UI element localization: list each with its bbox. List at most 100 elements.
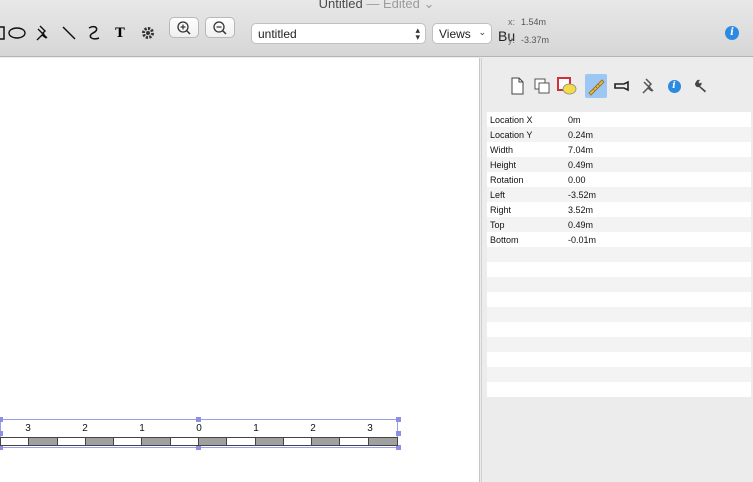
gear-icon[interactable] <box>136 22 160 44</box>
tab-pin[interactable] <box>637 74 659 98</box>
views-select-value: Views <box>439 26 471 41</box>
toolbar: Untitled — Edited ⌄ T untitled ▴ ▾ Views… <box>0 0 753 57</box>
property-value[interactable]: -0.01m <box>568 235 751 245</box>
fill-stroke-icon <box>557 77 577 95</box>
property-key: Left <box>490 189 506 200</box>
scale-segment <box>114 438 143 445</box>
document-select[interactable]: untitled ▴ ▾ <box>251 23 426 44</box>
title-menu-chevron-icon[interactable]: ⌄ <box>423 0 434 11</box>
wrench-icon <box>695 79 706 93</box>
coordinate-x-value: 1.54m <box>521 17 547 27</box>
info-icon[interactable]: i <box>725 26 739 40</box>
zoom-out-button[interactable] <box>205 17 235 38</box>
scale-segment <box>198 438 228 445</box>
layers-icon <box>534 78 550 94</box>
property-value[interactable]: 0.49m <box>568 160 751 170</box>
property-row <box>487 277 751 292</box>
property-row: Location Y 0.24m <box>487 127 751 142</box>
property-row: Rotation 0.00 <box>487 172 751 187</box>
property-row <box>487 322 751 337</box>
scale-bar[interactable]: 3 2 1 0 1 2 3 <box>0 417 401 450</box>
property-key: Top <box>490 219 505 230</box>
property-row <box>487 367 751 382</box>
scale-tick-label: 2 <box>82 423 88 434</box>
property-value[interactable]: -3.52m <box>568 190 751 200</box>
tab-style[interactable] <box>556 74 578 98</box>
property-value[interactable]: 7.04m <box>568 145 751 155</box>
selection-handle[interactable] <box>0 417 3 422</box>
tab-document[interactable] <box>506 74 528 98</box>
selection-handle[interactable] <box>196 417 201 422</box>
scale-tick-label: 2 <box>310 423 316 434</box>
property-row: Height 0.49m <box>487 157 751 172</box>
scale-segment <box>283 438 313 445</box>
tab-info[interactable]: i <box>663 74 685 98</box>
property-row <box>487 352 751 367</box>
selection-handle[interactable] <box>396 417 401 422</box>
chevron-down-icon: ⌄ <box>478 27 486 37</box>
zoom-in-icon <box>177 20 191 35</box>
tab-layers[interactable] <box>531 74 553 98</box>
views-select[interactable]: Views ⌄ <box>432 23 492 44</box>
scale-segment <box>170 438 199 445</box>
document-title: Untitled <box>318 0 363 11</box>
text-tool-glyph: T <box>115 25 125 41</box>
property-row: Left -3.52m <box>487 187 751 202</box>
freehand-tool-icon[interactable] <box>82 22 106 44</box>
ellipse-tool-icon[interactable] <box>5 22 29 44</box>
selection-handle[interactable] <box>396 431 401 436</box>
property-key: Bottom <box>490 234 519 245</box>
property-row <box>487 337 751 352</box>
scale-bar-segments <box>0 437 398 446</box>
drawing-canvas[interactable]: 3 2 1 0 1 2 3 <box>0 58 480 482</box>
window-title: Untitled — Edited ⌄ <box>0 0 753 12</box>
property-row: Right 3.52m <box>487 202 751 217</box>
text-tool-icon[interactable]: T <box>108 22 132 44</box>
document-select-value: untitled <box>258 26 297 41</box>
property-key: Location X <box>490 114 533 125</box>
property-key: Width <box>490 144 514 155</box>
scale-tick-label: 0 <box>196 423 202 434</box>
property-value[interactable]: 0.49m <box>568 220 751 230</box>
property-row: Location X 0m <box>487 112 751 127</box>
property-row <box>487 262 751 277</box>
pin-off-icon <box>642 78 654 94</box>
ruler-icon <box>588 79 605 96</box>
property-row: Width 7.04m <box>487 142 751 157</box>
scale-segment <box>312 438 341 445</box>
select-arrows-icon: ▴ ▾ <box>415 25 420 42</box>
property-key: Rotation <box>490 174 524 185</box>
property-row <box>487 292 751 307</box>
tab-measure[interactable] <box>585 74 607 98</box>
tab-tools[interactable] <box>690 74 712 98</box>
line-tool-icon[interactable] <box>57 22 81 44</box>
property-key: Location Y <box>490 129 533 140</box>
scale-segment <box>142 438 171 445</box>
property-value[interactable]: 0.00 <box>568 175 751 185</box>
property-value[interactable]: 0m <box>568 115 751 125</box>
pin-off-tool-icon[interactable] <box>30 22 54 44</box>
property-row <box>487 382 751 397</box>
scale-tick-label: 1 <box>139 423 145 434</box>
selection-handle[interactable] <box>0 431 3 436</box>
scale-segment <box>1 438 30 445</box>
scale-segment <box>85 438 115 445</box>
tab-connector[interactable] <box>611 74 633 98</box>
property-row: Top 0.49m <box>487 217 751 232</box>
scale-segment <box>227 438 256 445</box>
property-value[interactable]: 0.24m <box>568 130 751 140</box>
inspector-panel: i Location X 0m Location Y 0.24m Width 7.04m H… <box>481 58 753 482</box>
coordinate-y: y: -3.37m <box>508 35 550 45</box>
coordinate-y-value: -3.37m <box>521 35 550 45</box>
scale-segment <box>340 438 369 445</box>
connector-icon <box>614 80 629 92</box>
scale-tick-label: 1 <box>253 423 259 434</box>
scale-tick-label: 3 <box>25 423 31 434</box>
property-value[interactable]: 3.52m <box>568 205 751 215</box>
info-icon: i <box>667 79 681 93</box>
property-row <box>487 307 751 322</box>
property-key: Height <box>490 159 517 170</box>
coordinate-x: x: 1.54m <box>508 17 547 27</box>
property-row: Bottom -0.01m <box>487 232 751 247</box>
zoom-in-button[interactable] <box>169 17 199 38</box>
